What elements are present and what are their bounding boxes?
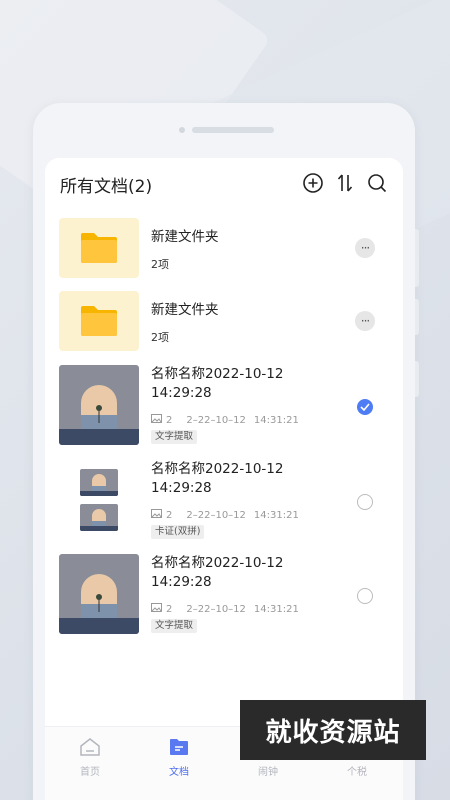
item-count: 2项 (151, 331, 169, 344)
item-name: 新建文件夹 (151, 302, 219, 318)
list-item[interactable]: 名称名称2022-10-12 14:29:28 2 2–22–10–12 14:… (45, 460, 403, 542)
folder-thumbnail (59, 218, 139, 278)
tab-home[interactable]: 首页 (60, 737, 120, 778)
check-icon (360, 403, 370, 411)
page-count: 2 (166, 414, 173, 426)
select-checkbox[interactable] (357, 399, 373, 415)
tab-label: 文档 (169, 767, 189, 778)
item-meta: 2 2–22–10–12 14:31:21 (151, 603, 299, 615)
list-item[interactable]: 新建文件夹 2项 ··· (45, 291, 403, 353)
more-button[interactable]: ··· (355, 311, 375, 331)
tab-label: 个税 (347, 767, 367, 778)
tab-label: 首页 (80, 767, 100, 778)
tab-documents[interactable]: 文档 (149, 737, 209, 778)
item-tag: 文字提取 (151, 430, 198, 444)
page-thumbnail (80, 469, 118, 496)
item-name-line2: 14:29:28 (151, 385, 212, 401)
page-title: 所有文档(2) (60, 177, 153, 197)
item-date: 2–22–10–12 (186, 603, 246, 615)
select-checkbox[interactable] (357, 494, 373, 510)
speaker-grille (192, 127, 274, 133)
item-meta: 2 2–22–10–12 14:31:21 (151, 414, 299, 426)
list-item[interactable]: 名称名称2022-10-12 14:29:28 2 2–22–10–12 14:… (45, 554, 403, 636)
folder-icon (81, 233, 117, 263)
item-name: 新建文件夹 (151, 229, 219, 245)
header-bar: 所有文档(2) (45, 158, 403, 210)
document-thumbnail (59, 554, 139, 634)
item-name-line2: 14:29:28 (151, 480, 212, 496)
item-time: 14:31:21 (253, 509, 299, 521)
item-tag: 文字提取 (151, 619, 198, 633)
document-icon (170, 739, 188, 755)
item-name-line1: 名称名称2022-10-12 (151, 555, 284, 571)
page-thumbnail (80, 504, 118, 531)
search-icon[interactable] (366, 172, 388, 194)
list-item[interactable]: 新建文件夹 2项 ··· (45, 218, 403, 280)
folder-thumbnail (59, 291, 139, 351)
sort-icon[interactable] (334, 172, 356, 194)
item-time: 14:31:21 (253, 414, 299, 426)
side-button (415, 229, 419, 287)
watermark-logo: 就收资源站 (240, 700, 426, 760)
more-icon: ··· (360, 241, 371, 255)
folder-icon (81, 306, 117, 336)
camera-dot (179, 127, 185, 133)
item-name-line1: 名称名称2022-10-12 (151, 366, 284, 382)
add-icon[interactable] (302, 172, 324, 194)
select-checkbox[interactable] (357, 588, 373, 604)
item-meta: 2 2–22–10–12 14:31:21 (151, 509, 299, 521)
more-button[interactable]: ··· (355, 238, 375, 258)
image-icon (151, 509, 162, 521)
item-name-line1: 名称名称2022-10-12 (151, 461, 284, 477)
page-count: 2 (166, 603, 173, 615)
image-icon (151, 414, 162, 426)
item-tag: 卡证(双拼) (151, 525, 205, 539)
item-time: 14:31:21 (253, 603, 299, 615)
list-item[interactable]: 名称名称2022-10-12 14:29:28 2 2–22–10–12 14:… (45, 365, 403, 447)
item-date: 2–22–10–12 (186, 509, 246, 521)
home-icon (80, 738, 100, 756)
tab-label: 闹钟 (258, 767, 278, 778)
document-thumbnail (59, 365, 139, 445)
page-count: 2 (166, 509, 173, 521)
item-date: 2–22–10–12 (186, 414, 246, 426)
more-icon: ··· (360, 314, 371, 328)
image-icon (151, 603, 162, 615)
side-button (415, 361, 419, 397)
side-button (415, 299, 419, 335)
document-thumbnail (59, 460, 139, 540)
item-count: 2项 (151, 258, 169, 271)
item-name-line2: 14:29:28 (151, 574, 212, 590)
